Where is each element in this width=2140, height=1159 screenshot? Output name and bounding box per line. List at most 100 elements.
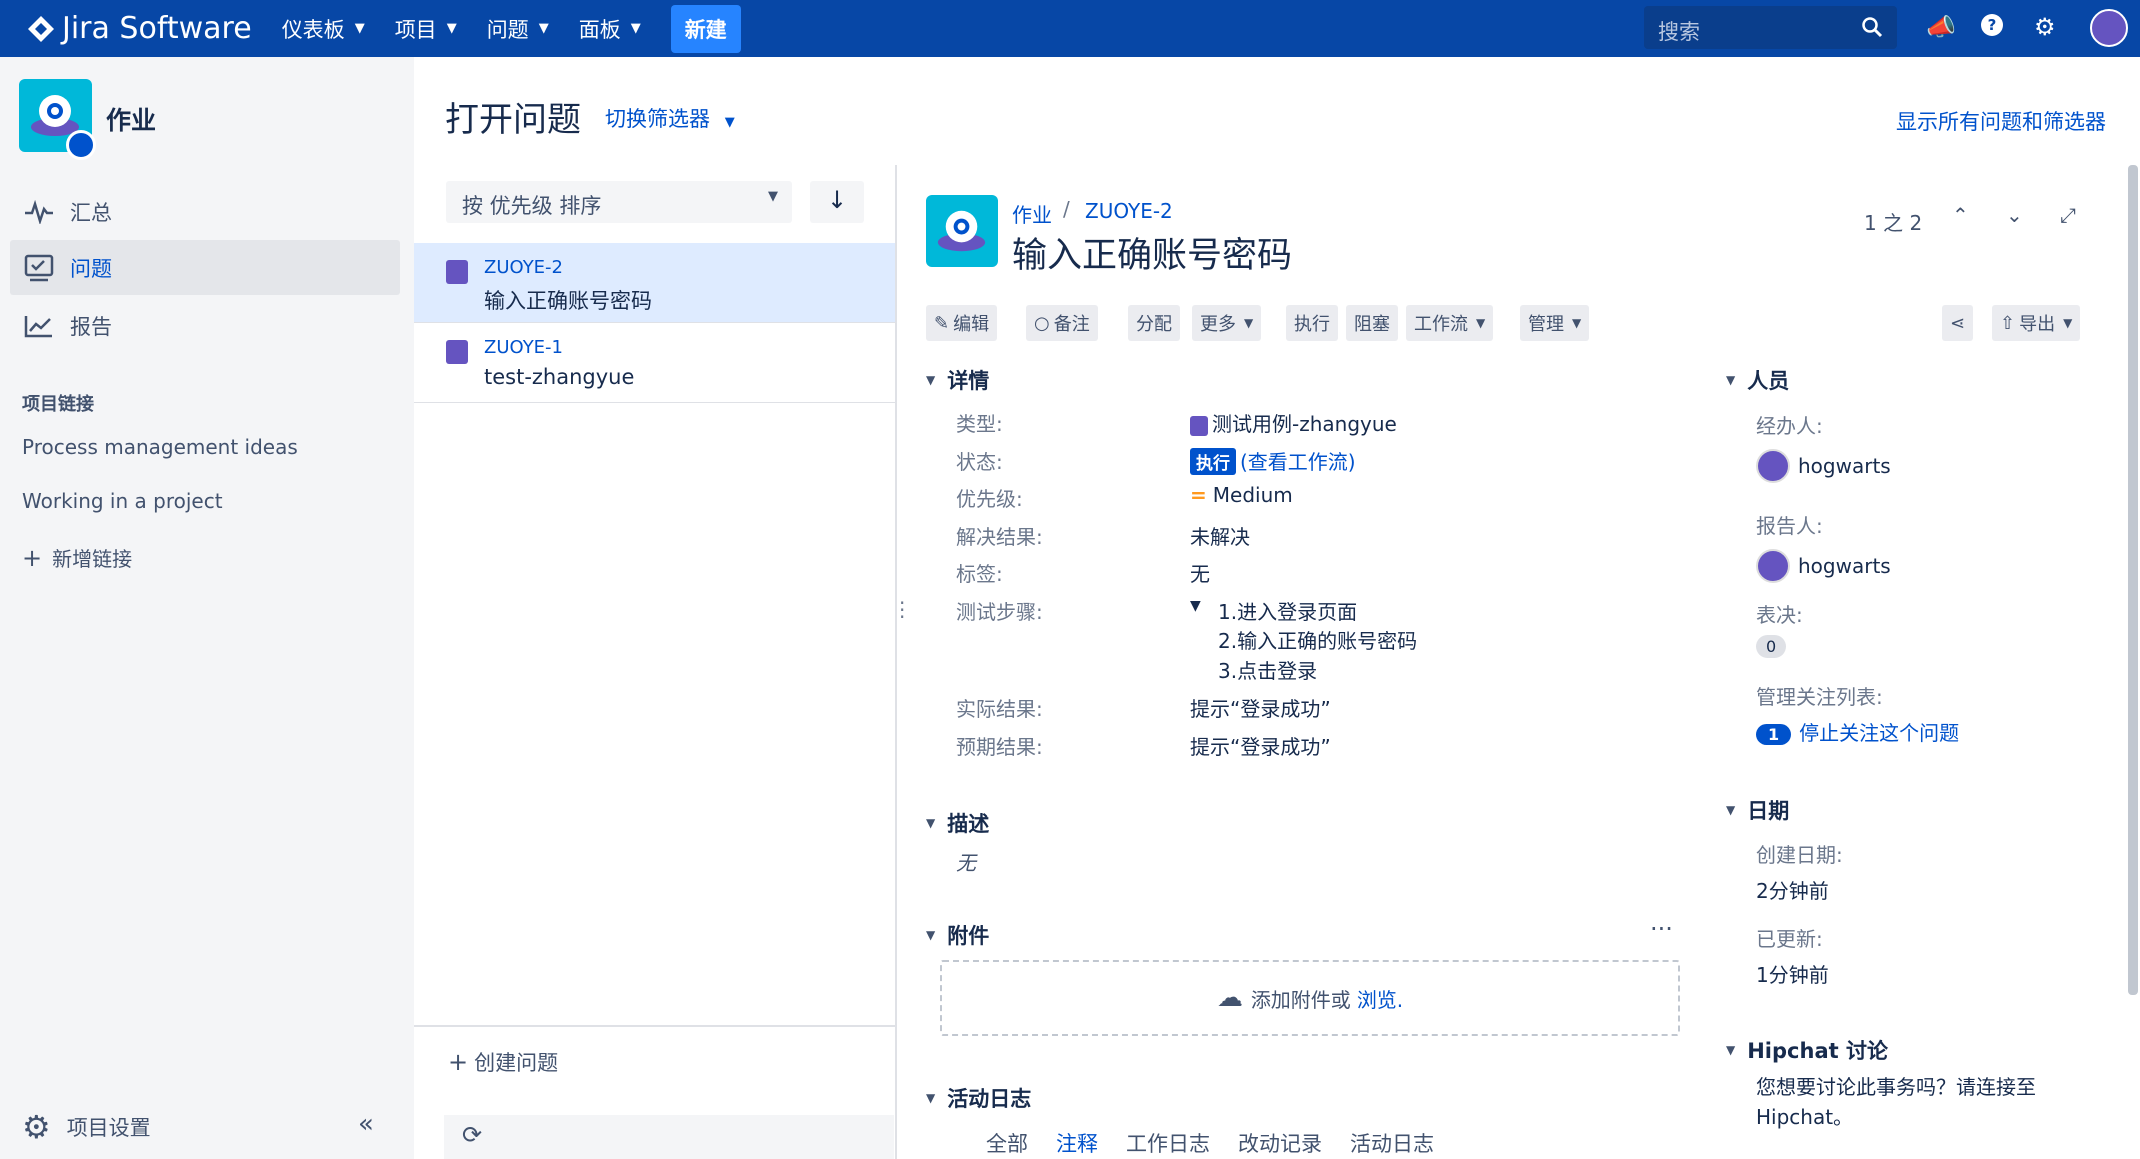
issue-key: ZUOYE-2 <box>484 257 564 278</box>
user-avatar[interactable] <box>2090 9 2128 47</box>
share-button[interactable]: ⋖ <box>1942 305 1974 341</box>
help-icon[interactable]: ? <box>1980 13 2004 43</box>
view-workflow-link[interactable]: (查看工作流) <box>1240 450 1356 474</box>
collapse-sidebar-icon[interactable]: « <box>358 1109 374 1139</box>
list-item[interactable]: ZUOYE-2 输入正确账号密码 <box>414 243 895 323</box>
comment-label: 备注 <box>1053 314 1090 335</box>
field-label: 标签: <box>956 562 1003 586</box>
chevron-down-icon: ▼ <box>446 21 457 36</box>
chevron-down-icon: ▼ <box>926 816 936 830</box>
expand-icon[interactable]: ⤢ <box>2060 203 2076 227</box>
watch-toggle[interactable]: 1 停止关注这个问题 <box>1756 717 1959 746</box>
chevron-down-icon[interactable]: ⌄ <box>2006 203 2023 227</box>
more-button[interactable]: 更多 ▼ <box>1192 305 1262 341</box>
nav-dashboards[interactable]: 仪表板 ▼ <box>282 14 365 44</box>
edit-label: 编辑 <box>953 314 990 335</box>
jira-diamond-icon <box>28 15 54 42</box>
refresh-icon[interactable]: ⟳ <box>462 1121 482 1149</box>
priority-text: Medium <box>1212 483 1293 507</box>
comment-icon: ○ <box>1034 312 1050 334</box>
chevron-down-icon: ▼ <box>926 1091 936 1105</box>
issue-key: ZUOYE-1 <box>484 337 564 358</box>
sort-direction-button[interactable]: ↓ <box>810 181 864 223</box>
assign-button[interactable]: 分配 <box>1128 305 1180 341</box>
more-options-icon[interactable]: ··· <box>1650 915 1673 943</box>
field-label: 解决结果: <box>956 525 1043 549</box>
nav-projects[interactable]: 项目 ▼ <box>395 14 457 44</box>
breadcrumb-project[interactable]: 作业 <box>1012 199 1052 228</box>
admin-button[interactable]: 管理 ▼ <box>1520 305 1590 341</box>
comment-button[interactable]: ○ 备注 <box>1026 305 1098 341</box>
chevron-down-icon[interactable]: ▼ <box>1190 598 1201 614</box>
attachment-dropzone[interactable]: ☁ 添加附件或 浏览. <box>940 960 1680 1036</box>
project-link[interactable]: Working in a project <box>22 489 223 513</box>
sidebar-item-label: 报告 <box>70 314 112 339</box>
nav-issues[interactable]: 问题 ▼ <box>487 14 549 44</box>
app-name: Jira Software <box>62 11 252 46</box>
gear-icon[interactable]: ⚙ <box>2034 13 2056 41</box>
chevron-down-icon: ▼ <box>1572 316 1582 330</box>
sidebar-item-issues[interactable]: 问题 <box>10 240 400 295</box>
chevron-down-icon: ▼ <box>926 928 936 942</box>
section-title: 附件 <box>947 924 990 948</box>
activity-section-toggle[interactable]: ▼ 活动日志 <box>926 1083 1031 1113</box>
reporter-user[interactable]: hogwarts <box>1756 549 1891 583</box>
attachments-section-toggle[interactable]: ▼ 附件 <box>926 920 989 950</box>
chart-icon <box>22 314 56 338</box>
assignee-user[interactable]: hogwarts <box>1756 449 1891 483</box>
stop-watching-link[interactable]: 停止关注这个问题 <box>1799 721 1959 745</box>
chevron-down-icon: ▼ <box>630 21 641 36</box>
details-section-toggle[interactable]: ▼ 详情 <box>926 365 989 395</box>
tab-comments[interactable]: 注释 <box>1056 1128 1098 1158</box>
nav-boards[interactable]: 面板 ▼ <box>579 14 641 44</box>
switch-filter-label: 切换筛选器 <box>605 107 710 131</box>
create-button[interactable]: 新建 <box>670 4 741 53</box>
gear-icon: ⚙ <box>22 1108 51 1146</box>
sidebar-item-label: 问题 <box>70 256 112 281</box>
description-value[interactable]: 无 <box>956 847 976 876</box>
search-input[interactable]: 搜索 <box>1644 6 1897 49</box>
create-issue-button[interactable]: + 创建问题 <box>448 1047 558 1077</box>
add-link-button[interactable]: + 新增链接 <box>22 543 132 572</box>
avatar <box>1756 549 1790 583</box>
sidebar-item-summary[interactable]: 汇总 <box>10 184 400 239</box>
edit-button[interactable]: ✎ 编辑 <box>926 305 998 341</box>
announcement-icon[interactable]: 📣 <box>1926 13 1956 41</box>
block-button[interactable]: 阻塞 <box>1346 305 1398 341</box>
field-label: 类型: <box>956 412 1003 436</box>
switch-filter-button[interactable]: 切换筛选器 ▼ <box>605 103 735 133</box>
share-icon: ⋖ <box>1950 312 1966 334</box>
chevron-down-icon: ▼ <box>926 373 936 387</box>
list-item[interactable]: ZUOYE-1 test-zhangyue <box>414 323 895 403</box>
field-label: 已更新: <box>1756 927 1823 951</box>
scrollbar[interactable] <box>2128 165 2138 995</box>
more-label: 更多 <box>1200 314 1236 335</box>
field-label: 表决: <box>1756 603 1803 627</box>
chevron-up-icon[interactable]: ⌃ <box>1952 203 1969 227</box>
project-settings-link[interactable]: ⚙ 项目设置 <box>22 1108 151 1146</box>
sidebar-item-reports[interactable]: 报告 <box>10 298 400 353</box>
execute-button[interactable]: 执行 <box>1286 305 1338 341</box>
type-value: 测试用例-zhangyue <box>1190 408 1397 437</box>
votes-count[interactable]: 0 <box>1756 635 1787 658</box>
jira-logo[interactable]: Jira Software <box>26 11 252 46</box>
tab-all[interactable]: 全部 <box>986 1128 1028 1158</box>
browse-link[interactable]: 浏览. <box>1357 984 1403 1013</box>
chevron-down-icon: ▼ <box>538 21 549 36</box>
nav-label: 面板 <box>578 17 621 42</box>
project-link[interactable]: Process management ideas <box>22 435 298 459</box>
tab-activity[interactable]: 活动日志 <box>1350 1128 1434 1158</box>
sort-select[interactable]: 按 优先级 排序 ▼ <box>446 181 792 223</box>
breadcrumb-issue-key[interactable]: ZUOYE-2 <box>1085 199 1173 223</box>
description-section-toggle[interactable]: ▼ 描述 <box>926 808 989 838</box>
show-all-link[interactable]: 显示所有问题和筛选器 <box>1896 106 2106 136</box>
labels-value: 无 <box>1190 562 1210 586</box>
tab-worklog[interactable]: 工作日志 <box>1126 1128 1210 1158</box>
hipchat-section-toggle[interactable]: ▼ Hipchat 讨论 <box>1726 1035 1888 1065</box>
workflow-button[interactable]: 工作流 ▼ <box>1406 305 1494 341</box>
dates-section-toggle[interactable]: ▼ 日期 <box>1726 795 1789 825</box>
people-section-toggle[interactable]: ▼ 人员 <box>1726 365 1789 395</box>
export-button[interactable]: ⇧ 导出 ▼ <box>1992 305 2081 341</box>
tab-history[interactable]: 改动记录 <box>1238 1128 1322 1158</box>
chevron-down-icon: ▼ <box>1726 1043 1736 1057</box>
